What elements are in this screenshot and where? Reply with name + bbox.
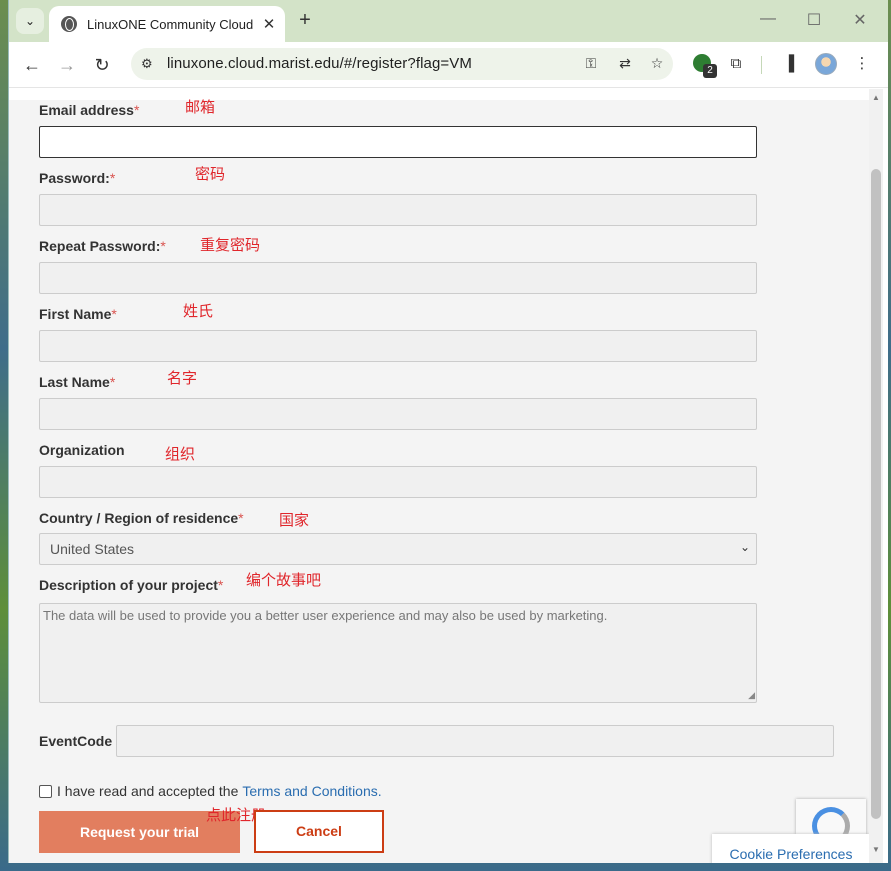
- extensions-puzzle-icon[interactable]: ⧉: [725, 53, 747, 75]
- password-note: 密码: [195, 165, 226, 183]
- description-placeholder: The data will be used to provide you a b…: [43, 608, 608, 623]
- organization-field[interactable]: [39, 466, 757, 498]
- scroll-up-icon[interactable]: ▲: [872, 93, 880, 102]
- cancel-button[interactable]: Cancel: [254, 810, 384, 853]
- close-tab-icon[interactable]: ✕: [259, 15, 279, 33]
- email-note: 邮箱: [185, 98, 216, 116]
- extension-count-badge: 2: [703, 64, 717, 78]
- registration-form: Email address* 邮箱 Password:* 密码 Repeat P…: [9, 98, 870, 863]
- first-name-label: First Name*: [39, 306, 117, 322]
- scrollbar-thumb[interactable]: [871, 169, 881, 819]
- browser-toolbar: ← → ↻ ⚙ linuxone.cloud.marist.edu/#/regi…: [9, 42, 888, 88]
- shield-extension-icon[interactable]: 2: [693, 54, 717, 78]
- page-scrollbar[interactable]: ▲ ▼: [869, 89, 883, 863]
- last-name-label: Last Name*: [39, 374, 116, 390]
- organization-note: 组织: [165, 445, 196, 463]
- new-tab-button[interactable]: +: [293, 9, 317, 33]
- resize-handle-icon[interactable]: ◢: [748, 690, 755, 701]
- password-field[interactable]: [39, 194, 757, 226]
- email-field[interactable]: [39, 126, 757, 158]
- maximize-icon[interactable]: ☐: [802, 10, 826, 30]
- forward-icon[interactable]: →: [54, 52, 80, 78]
- close-window-icon[interactable]: ✕: [848, 10, 872, 30]
- country-value: United States: [50, 541, 135, 557]
- site-info-icon[interactable]: ⚙: [141, 56, 157, 72]
- country-label: Country / Region of residence*: [39, 510, 244, 526]
- first-name-note: 姓氏: [183, 302, 214, 320]
- page-content: Email address* 邮箱 Password:* 密码 Repeat P…: [9, 89, 888, 863]
- profile-avatar[interactable]: [815, 53, 837, 75]
- reload-icon[interactable]: ↻: [89, 52, 115, 78]
- browser-window: ⌄ LinuxONE Community Cloud ✕ + — ☐ ✕ ← →…: [8, 0, 888, 863]
- event-code-label: EventCode: [39, 733, 113, 749]
- repeat-password-label: Repeat Password:*: [39, 238, 166, 254]
- side-panel-icon[interactable]: ▐: [778, 53, 800, 75]
- chevron-down-icon: ⌄: [24, 14, 36, 28]
- chevron-down-icon: ⌄: [739, 540, 750, 554]
- description-label: Description of your project*: [39, 577, 224, 593]
- email-label: Email address*: [39, 102, 140, 118]
- url-text: linuxone.cloud.marist.edu/#/register?fla…: [167, 55, 472, 72]
- translate-icon[interactable]: ⇄: [615, 55, 635, 72]
- key-icon[interactable]: ⚿: [581, 55, 601, 72]
- terms-text: I have read and accepted the: [57, 783, 239, 799]
- country-select[interactable]: United States ⌄: [39, 533, 757, 565]
- first-name-field[interactable]: [39, 330, 757, 362]
- scroll-down-icon[interactable]: ▼: [872, 845, 880, 854]
- menu-kebab-icon[interactable]: ⋮: [851, 53, 873, 75]
- cookie-preferences-button[interactable]: Cookie Preferences: [712, 834, 870, 863]
- event-code-field[interactable]: [116, 725, 834, 757]
- terms-link[interactable]: Terms and Conditions.: [242, 783, 381, 799]
- repeat-password-note: 重复密码: [200, 236, 261, 254]
- repeat-password-field[interactable]: [39, 262, 757, 294]
- terms-checkbox[interactable]: [39, 784, 52, 798]
- tab-search-button[interactable]: ⌄: [16, 8, 44, 34]
- terms-row: I have read and accepted the Terms and C…: [39, 783, 382, 799]
- tab-title: LinuxONE Community Cloud: [87, 16, 254, 32]
- back-icon[interactable]: ←: [19, 52, 45, 78]
- tab-active[interactable]: LinuxONE Community Cloud ✕: [49, 6, 285, 42]
- description-textarea[interactable]: The data will be used to provide you a b…: [39, 603, 757, 703]
- toolbar-divider: [761, 56, 762, 74]
- minimize-icon[interactable]: —: [756, 10, 780, 28]
- address-bar[interactable]: ⚙ linuxone.cloud.marist.edu/#/register?f…: [131, 48, 673, 80]
- organization-label: Organization: [39, 442, 125, 458]
- tab-bar: ⌄ LinuxONE Community Cloud ✕ + — ☐ ✕: [9, 0, 888, 42]
- country-note: 国家: [279, 511, 310, 529]
- last-name-field[interactable]: [39, 398, 757, 430]
- description-note: 编个故事吧: [246, 571, 322, 589]
- globe-icon: [61, 16, 77, 32]
- last-name-note: 名字: [167, 369, 198, 387]
- star-icon[interactable]: ☆: [647, 55, 667, 72]
- password-label: Password:*: [39, 170, 116, 186]
